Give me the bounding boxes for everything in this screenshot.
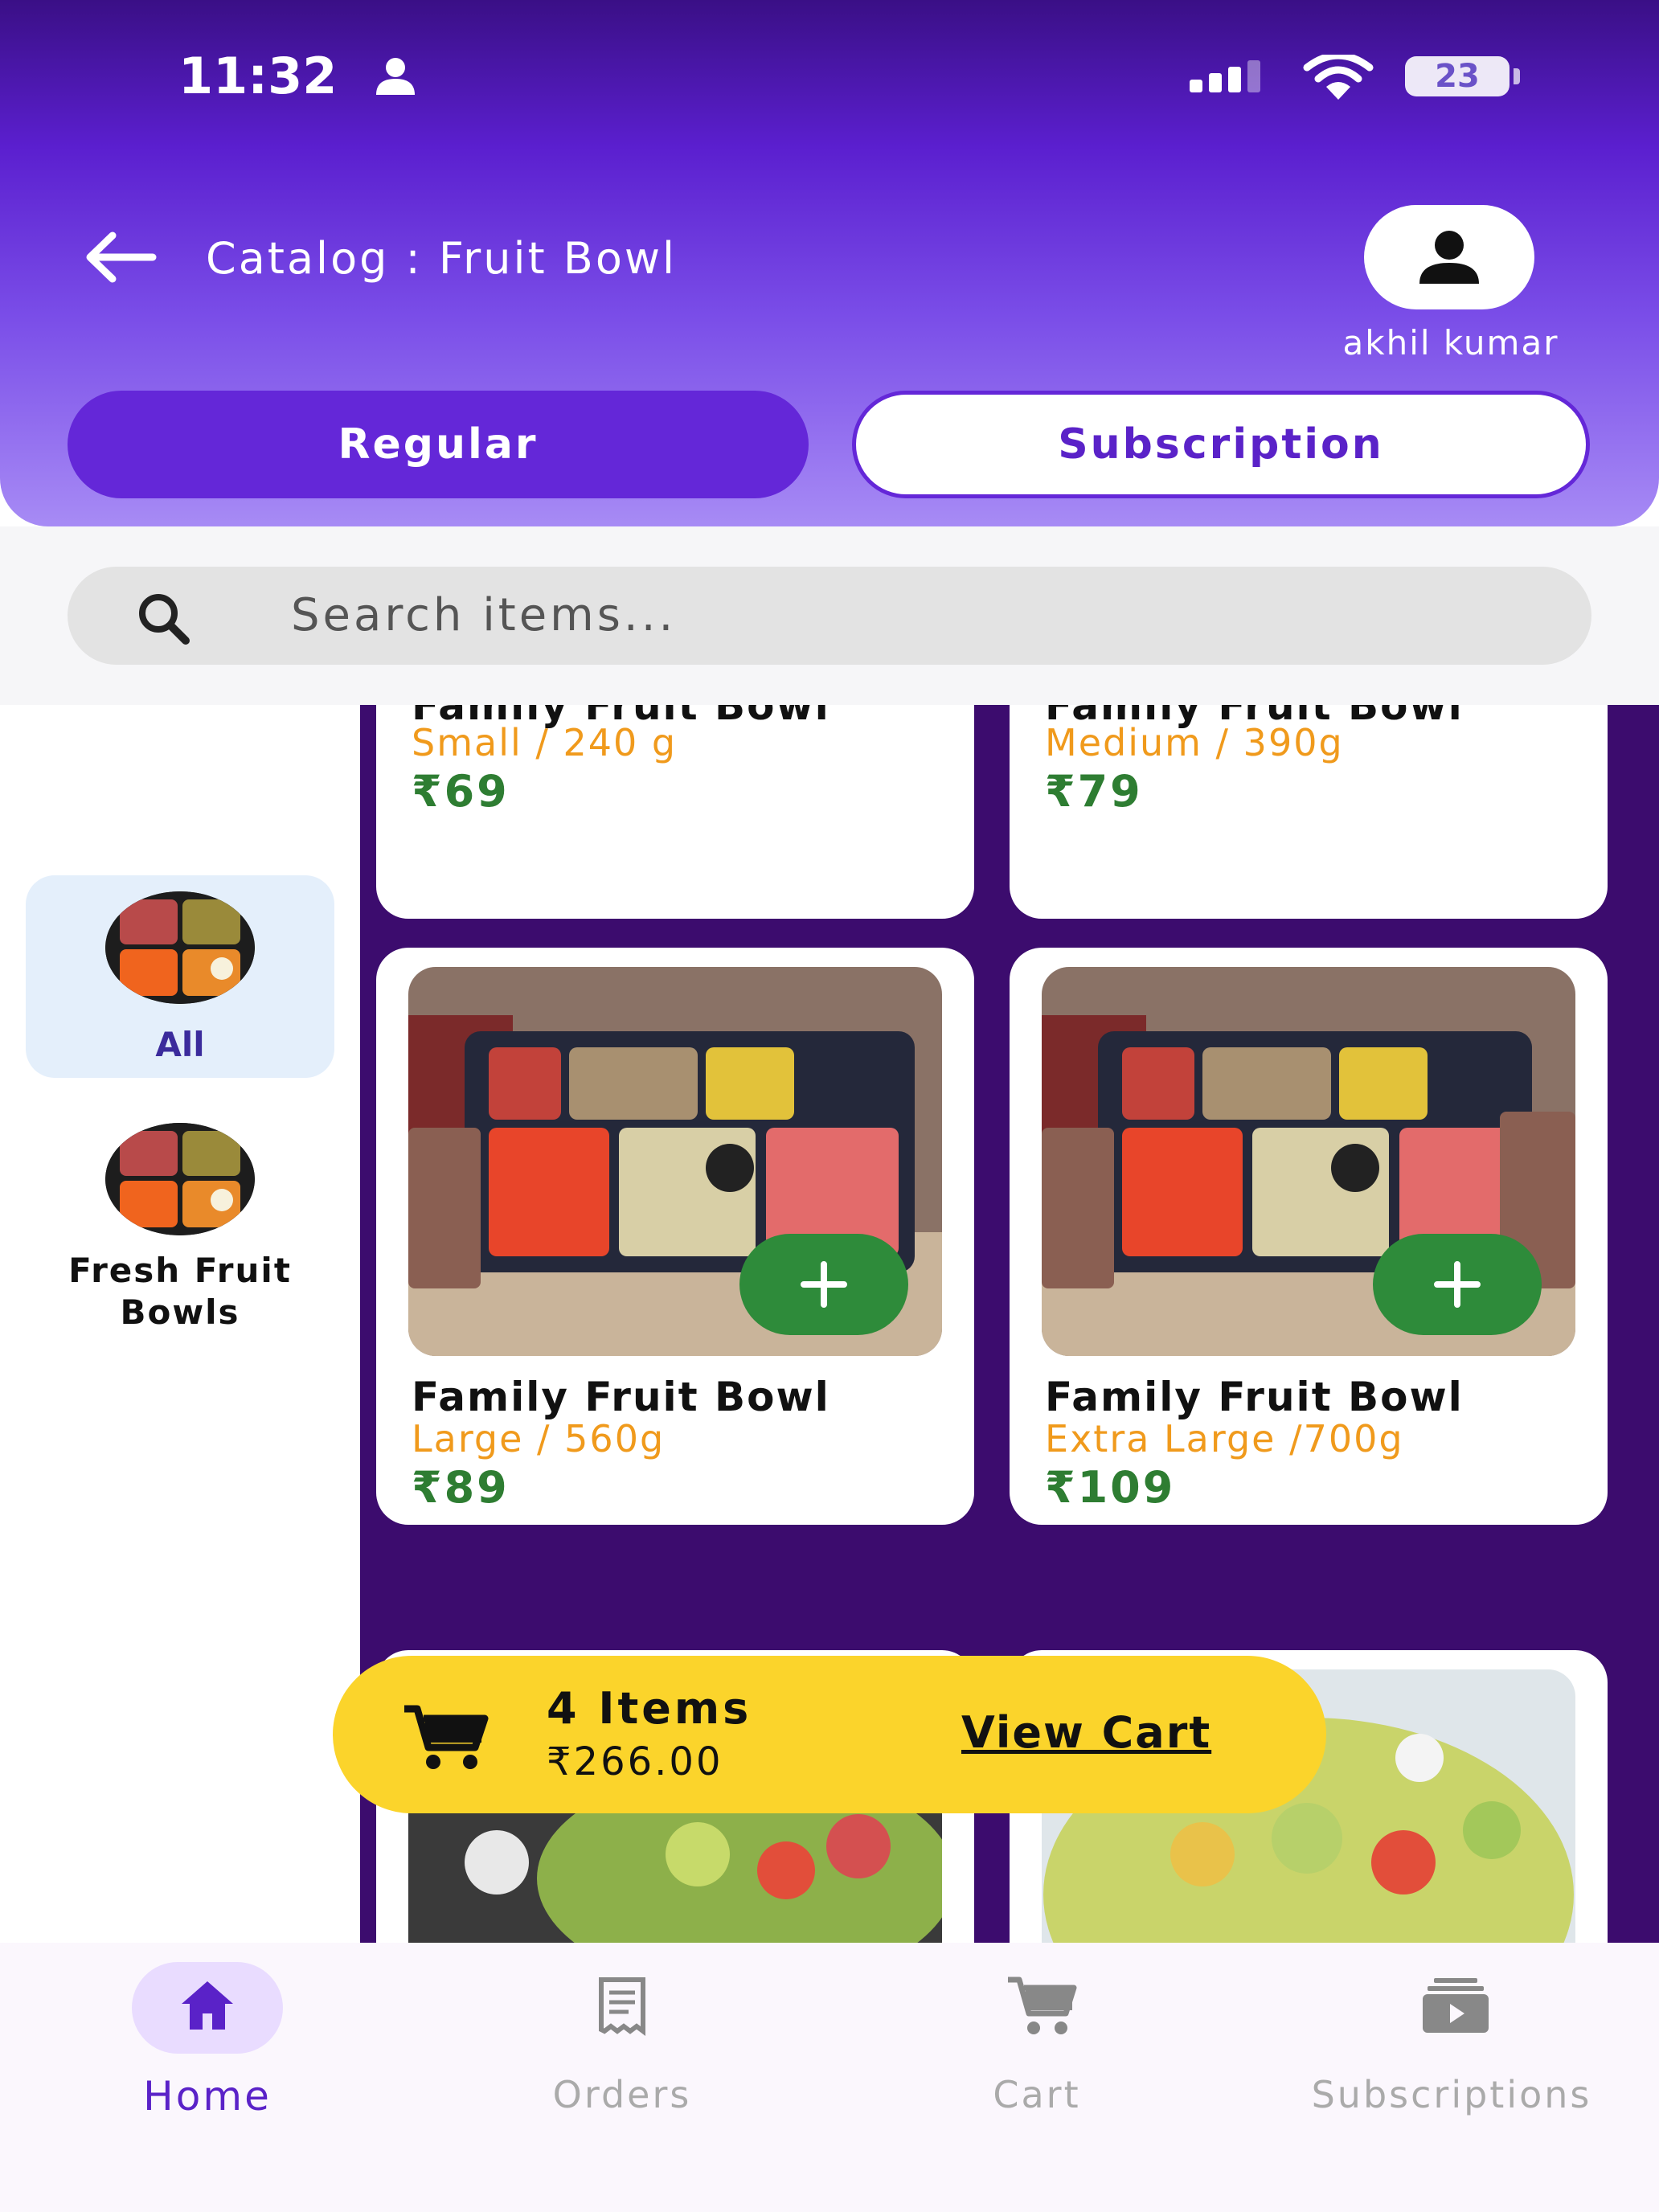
page-title: Catalog : Fruit Bowl	[206, 233, 678, 284]
cart-total: ₹266.00	[547, 1739, 723, 1784]
add-to-cart-button[interactable]	[739, 1234, 908, 1335]
battery-tip	[1514, 68, 1520, 84]
person-status-icon	[376, 58, 415, 95]
nav-label: Cart	[993, 2073, 1081, 2116]
user-avatar[interactable]	[1364, 205, 1534, 309]
plus-icon	[801, 1261, 847, 1308]
category-sidebar: All Fresh Fruit Bowls	[0, 705, 360, 1943]
subscription-tab-button[interactable]: Subscription	[852, 391, 1590, 498]
back-arrow-icon[interactable]	[80, 229, 161, 285]
category-label: Fresh Fruit Bowls	[68, 1251, 292, 1332]
product-size: Large / 560g	[412, 1417, 666, 1460]
nav-orders[interactable]: Orders	[415, 1943, 830, 2212]
receipt-icon	[599, 1977, 645, 2036]
add-to-cart-button[interactable]	[1373, 1234, 1542, 1335]
subscriptions-icon	[1423, 1978, 1489, 2033]
category-fresh-fruit-bowls[interactable]: Fresh Fruit Bowls	[26, 1107, 334, 1332]
product-size: Small / 240 g	[412, 721, 678, 764]
person-icon	[1419, 231, 1479, 284]
product-size: Extra Large /700g	[1045, 1417, 1404, 1460]
wifi-icon	[1303, 55, 1374, 100]
cart-icon	[404, 1705, 489, 1769]
product-card[interactable]: Family Fruit Bowl Medium / 390g ₹79	[1010, 705, 1608, 919]
search-input[interactable]: Search items...	[68, 567, 1591, 665]
search-placeholder: Search items...	[291, 589, 677, 641]
search-strip: Search items...	[0, 526, 1659, 705]
nav-label: Subscriptions	[1311, 2073, 1592, 2116]
product-title: Family Fruit Bowl	[412, 1374, 830, 1420]
category-all[interactable]: All	[26, 875, 334, 1078]
product-price: ₹109	[1045, 1462, 1176, 1513]
product-card[interactable]: Family Fruit Bowl Small / 240 g ₹69	[376, 705, 974, 919]
product-card[interactable]: Family Fruit Bowl Large / 560g ₹89	[376, 948, 974, 1525]
user-name: akhil kumar	[1342, 323, 1559, 363]
cart-icon	[1008, 1976, 1077, 2034]
bottom-navigation: Home Orders Cart Subscriptions	[0, 1943, 1659, 2212]
product-price: ₹79	[1045, 766, 1143, 817]
regular-tab-button[interactable]: Regular	[68, 391, 809, 498]
signal-icon	[1190, 60, 1260, 92]
category-label: All	[155, 1025, 205, 1064]
plus-icon	[1434, 1261, 1481, 1308]
product-price: ₹89	[412, 1462, 510, 1513]
view-cart-bar[interactable]: 4 Items ₹266.00 View Cart	[333, 1656, 1326, 1813]
app-header: 11:32 23 Catalog : Fruit Bowl akhil kuma…	[0, 0, 1659, 526]
product-price: ₹69	[412, 766, 510, 817]
nav-cart[interactable]: Cart	[830, 1943, 1244, 2212]
home-icon	[182, 1981, 233, 2030]
view-cart-link[interactable]: View Cart	[961, 1707, 1211, 1758]
nav-home[interactable]: Home	[0, 1943, 415, 2212]
battery-indicator: 23	[1405, 56, 1509, 96]
search-icon	[139, 594, 190, 645]
category-fresh-image	[105, 1123, 255, 1235]
nav-subscriptions[interactable]: Subscriptions	[1244, 1943, 1659, 2212]
product-title: Family Fruit Bowl	[1045, 1374, 1464, 1420]
nav-label: Orders	[552, 2073, 692, 2116]
product-card[interactable]: Family Fruit Bowl Extra Large /700g ₹109	[1010, 948, 1608, 1525]
cart-item-count: 4 Items	[547, 1683, 752, 1734]
nav-label: Home	[143, 2073, 272, 2120]
category-all-image	[105, 891, 255, 1004]
product-size: Medium / 390g	[1045, 721, 1344, 764]
status-time: 11:32	[178, 47, 338, 105]
